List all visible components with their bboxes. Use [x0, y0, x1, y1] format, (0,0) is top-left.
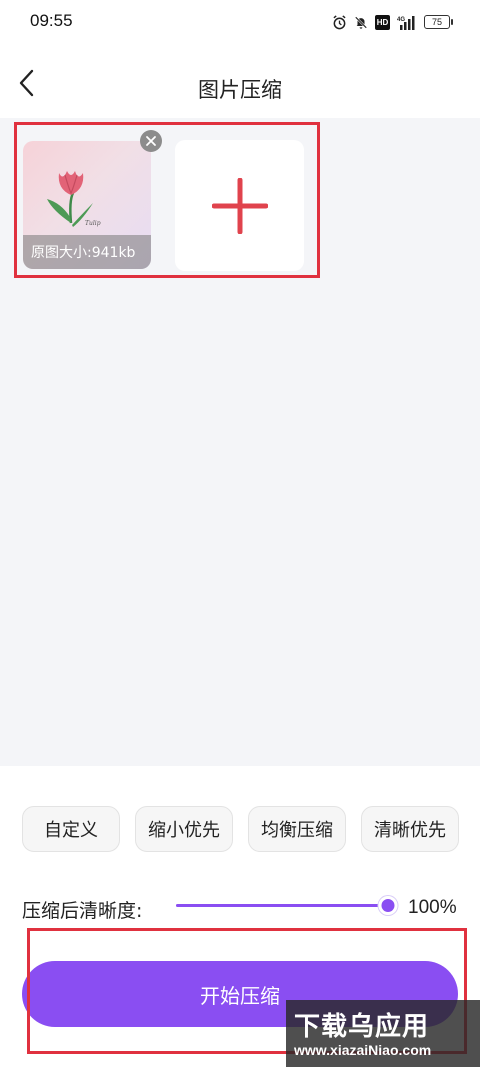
add-image-button[interactable] — [175, 140, 304, 271]
remove-image-button[interactable] — [140, 130, 162, 152]
status-time: 09:55 — [30, 11, 73, 30]
watermark-main-text: 下载乌应用 — [294, 1012, 430, 1042]
image-thumbnail[interactable]: Tulip 原图大小:941kb — [23, 141, 151, 269]
status-icons: HD 4G 75 — [332, 12, 453, 32]
quality-slider[interactable] — [176, 896, 398, 916]
watermark-sub-text: www.xiazaiNiao.com — [294, 1042, 432, 1058]
hd-badge: HD — [375, 14, 390, 30]
quality-value: 100% — [408, 897, 457, 918]
plus-icon — [211, 177, 268, 234]
close-icon — [146, 136, 156, 146]
thumbnail-size-caption: 原图大小:941kb — [23, 235, 151, 269]
nav-bar: 图片压缩 — [0, 44, 480, 118]
slider-thumb[interactable] — [378, 896, 398, 915]
compression-presets: 自定义 缩小优先 均衡压缩 清晰优先 — [22, 806, 459, 852]
preset-clarity-first-button[interactable]: 清晰优先 — [361, 806, 459, 852]
watermark-logo: 下载乌应用 www.xiazaiNiao.com — [286, 1000, 480, 1067]
slider-fill — [176, 904, 388, 907]
battery-indicator: 75 — [424, 15, 453, 29]
page-title: 图片压缩 — [198, 78, 282, 102]
preset-size-first-button[interactable]: 缩小优先 — [135, 806, 233, 852]
preset-balanced-button[interactable]: 均衡压缩 — [248, 806, 346, 852]
mute-bell-icon — [355, 16, 367, 29]
signal-icon: 4G — [397, 15, 415, 30]
quality-label: 压缩后清晰度: — [22, 900, 143, 922]
preset-custom-button[interactable]: 自定义 — [22, 806, 120, 852]
svg-text:Tulip: Tulip — [85, 220, 101, 227]
alarm-icon — [333, 14, 346, 29]
status-bar: 09:55 HD 4G 75 — [0, 0, 480, 44]
